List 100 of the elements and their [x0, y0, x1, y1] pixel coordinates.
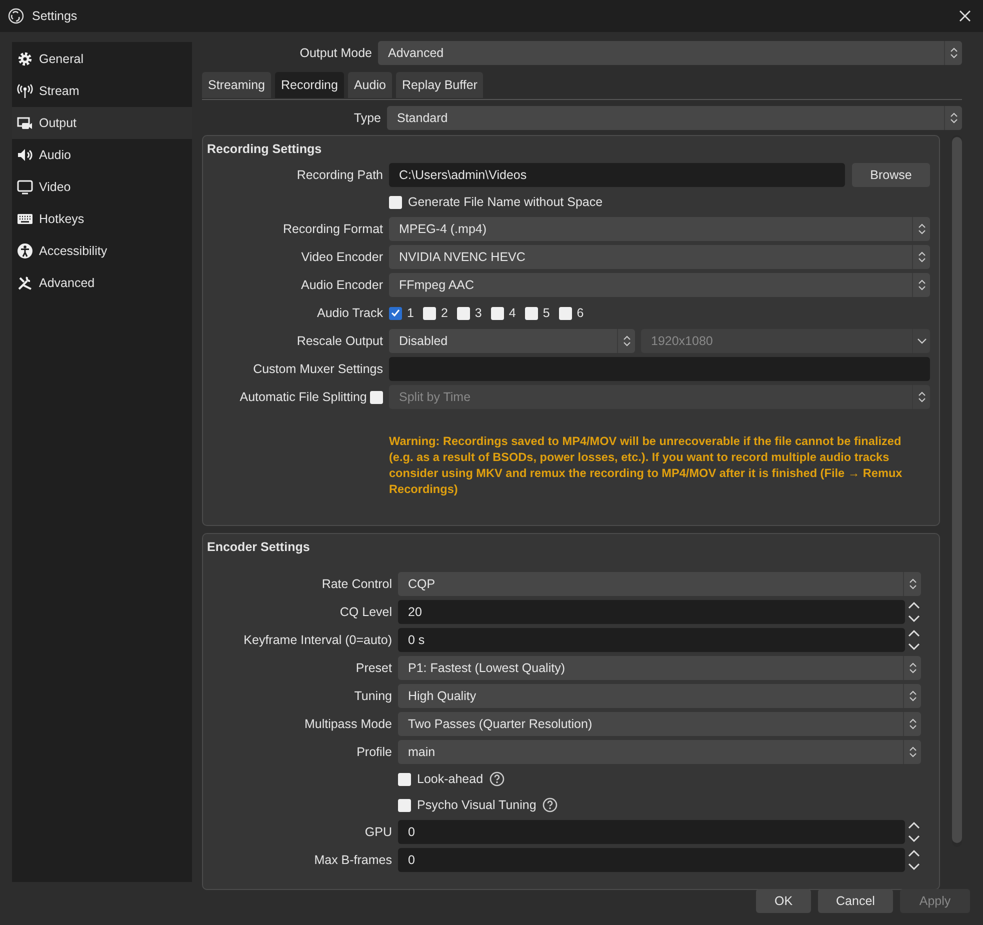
warning-text: Warning: Recordings saved to MP4/MOV will be unrecoverable if the file cannot be finalized (e.g. as a result of BSODs, power losses, etc.). If you want to record multiple audio tracks consider using MKV and remux the recording to MP4/MOV after it is finished (File → Remux Recordings) [389, 433, 904, 497]
chevron-icon [908, 578, 916, 590]
chevron-icon [950, 47, 958, 59]
field-label: Keyframe Interval (0=auto) [242, 632, 392, 649]
field-label: Type [352, 110, 381, 127]
sidebar-item[interactable]: Accessibility [12, 235, 192, 267]
tab[interactable]: Audio [348, 72, 392, 98]
sidebar-item[interactable]: Video [12, 171, 192, 203]
chevron-icon [918, 391, 926, 403]
caret-down-icon [916, 338, 926, 344]
dialog-button[interactable]: Cancel [818, 889, 893, 913]
field-label: Automatic File Splitting [240, 388, 367, 406]
screen-camera-icon [17, 115, 33, 131]
sidebar-item[interactable]: Hotkeys [12, 203, 192, 235]
spin-arrows-icon [907, 628, 921, 652]
tab[interactable]: Streaming [202, 72, 271, 98]
checkbox-label[interactable]: 1 [407, 304, 414, 322]
field-label: Profile [356, 744, 392, 761]
dropdown[interactable]: P1: Fastest (Lowest Quality) [398, 656, 921, 680]
group-title: Recording Settings [207, 140, 323, 158]
accessibility-icon [17, 243, 33, 259]
browse-button[interactable]: Browse [852, 163, 930, 187]
checkbox-label[interactable]: 3 [474, 304, 482, 322]
number-field[interactable]: 0 [398, 820, 905, 844]
chevron-icon [918, 223, 926, 235]
field-label: Audio Track [316, 304, 383, 322]
group-title: Encoder Settings [207, 538, 311, 556]
checkbox[interactable] [389, 306, 402, 320]
chevron-icon [622, 335, 630, 347]
checkbox[interactable] [398, 772, 411, 786]
speaker-icon [17, 147, 33, 163]
spin-arrows-icon [907, 848, 921, 872]
chevron-icon [950, 112, 958, 124]
field-label: Rate Control [320, 576, 392, 593]
field-label: Audio Encoder [300, 276, 383, 294]
field-label: Recording Format [282, 220, 383, 238]
field-label: Rescale Output [296, 332, 383, 350]
dropdown[interactable]: NVIDIA NVENC HEVC [389, 245, 930, 269]
checkbox-label[interactable]: 4 [508, 304, 516, 322]
checkbox[interactable] [490, 306, 504, 320]
checkbox[interactable] [398, 798, 411, 812]
checkbox-label[interactable]: 5 [542, 304, 550, 322]
checkbox-label[interactable]: Psycho Visual Tuning [417, 796, 536, 814]
spin-arrows-icon [907, 600, 921, 624]
spin-arrows-icon [907, 820, 921, 844]
sidebar-item[interactable]: Audio [12, 139, 192, 171]
antenna-icon [17, 83, 33, 99]
dropdown[interactable]: High Quality [398, 684, 921, 708]
chevron-icon [908, 662, 916, 674]
tab[interactable]: Recording [274, 72, 344, 98]
field-label: Max B-frames [313, 852, 392, 869]
field-label: CQ Level [338, 604, 392, 621]
window-title: Settings [32, 8, 78, 25]
chevron-icon [908, 746, 916, 758]
field-label: Video Encoder [300, 248, 383, 266]
checkbox[interactable] [456, 306, 470, 320]
keyboard-icon [17, 211, 33, 227]
checkbox[interactable] [389, 196, 402, 208]
text-field[interactable] [389, 357, 930, 381]
checkbox-label[interactable]: Look-ahead [417, 770, 484, 788]
number-field[interactable]: 20 [398, 600, 905, 624]
dropdown[interactable]: FFmpeg AAC [389, 273, 930, 297]
field-label: Multipass Mode [303, 716, 392, 733]
sidebar-item[interactable]: Advanced [12, 267, 192, 299]
checkbox[interactable] [524, 306, 538, 320]
number-field[interactable]: 0 [398, 848, 905, 872]
checkbox-label[interactable]: Generate File Name without Space [408, 192, 603, 212]
checkbox-label[interactable]: 6 [576, 304, 584, 322]
chevron-icon [908, 718, 916, 730]
dropdown[interactable]: Two Passes (Quarter Resolution) [398, 712, 921, 736]
field-label: Custom Muxer Settings [252, 360, 383, 378]
dropdown[interactable]: Standard [387, 106, 962, 130]
dropdown[interactable]: Disabled [389, 329, 635, 353]
chevron-icon [908, 690, 916, 702]
checkbox[interactable] [422, 306, 436, 320]
tab[interactable]: Replay Buffer [396, 72, 484, 98]
number-field[interactable]: 0 s [398, 628, 905, 652]
field-label: Tuning [353, 688, 392, 705]
tools-icon [17, 275, 33, 291]
path-field[interactable]: C:\Users\admin\Videos [389, 163, 845, 187]
field-label: Output Mode [298, 44, 372, 62]
monitor-icon [17, 179, 33, 195]
field-label: GPU [364, 824, 392, 841]
dropdown[interactable]: CQP [398, 572, 921, 596]
sidebar-item[interactable]: General [12, 43, 192, 75]
dropdown[interactable]: MPEG-4 (.mp4) [389, 217, 930, 241]
gear-icon [17, 51, 33, 67]
chevron-icon [918, 251, 926, 263]
field-label: Recording Path [296, 166, 383, 184]
sidebar-item[interactable]: Output [12, 107, 192, 139]
checkbox-label[interactable]: 2 [440, 304, 448, 322]
dropdown[interactable]: Advanced [378, 41, 962, 65]
checkbox[interactable] [558, 306, 572, 320]
close-icon [959, 10, 971, 22]
dropdown[interactable]: main [398, 740, 921, 764]
dialog-button[interactable]: OK [756, 889, 811, 913]
sidebar-item[interactable]: Stream [12, 75, 192, 107]
field-label: Preset [354, 660, 392, 677]
chevron-icon [918, 279, 926, 291]
app-logo-icon [8, 8, 24, 24]
